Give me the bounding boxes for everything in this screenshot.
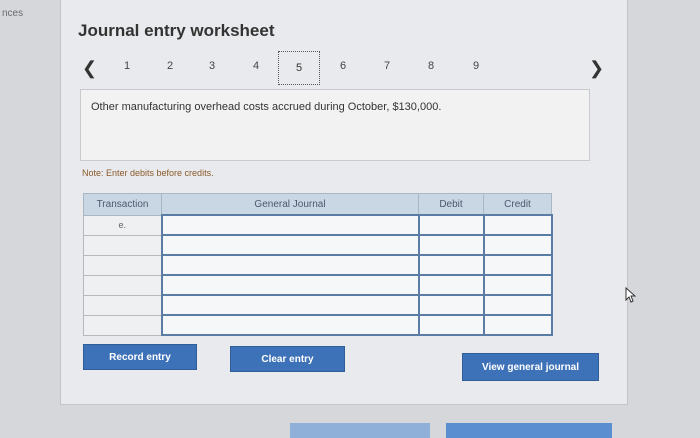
bottom-control-left[interactable]	[290, 423, 430, 438]
account-input[interactable]	[160, 314, 420, 336]
page-tab-9[interactable]: 9	[468, 60, 484, 72]
account-input[interactable]	[160, 274, 420, 296]
credit-input[interactable]	[482, 214, 553, 236]
record-entry-button[interactable]: Record entry	[83, 344, 197, 370]
table-row	[83, 314, 553, 336]
header-general-journal: General Journal	[161, 193, 419, 216]
table-row	[83, 234, 553, 256]
debit-input[interactable]	[417, 234, 485, 256]
page-tab-6[interactable]: 6	[335, 60, 351, 72]
page-tab-2[interactable]: 2	[162, 60, 178, 72]
transaction-cell	[83, 294, 162, 316]
journal-table: Transaction General Journal Debit Credit…	[83, 193, 553, 336]
page-tab-current[interactable]: 5	[278, 51, 320, 85]
account-input[interactable]	[160, 254, 420, 276]
debit-input[interactable]	[417, 274, 485, 296]
corner-text: nces	[2, 8, 24, 19]
transaction-cell	[83, 234, 162, 256]
debit-input[interactable]	[417, 254, 485, 276]
page-tab-1[interactable]: 1	[119, 60, 135, 72]
page-tab-4[interactable]: 4	[248, 60, 264, 72]
instruction-note: Note: Enter debits before credits.	[82, 168, 214, 178]
transaction-cell	[83, 274, 162, 296]
credit-input[interactable]	[482, 254, 553, 276]
mouse-pointer-icon	[625, 287, 637, 303]
clear-entry-button[interactable]: Clear entry	[230, 346, 345, 372]
page-tab-8[interactable]: 8	[423, 60, 439, 72]
view-general-journal-button[interactable]: View general journal	[462, 353, 599, 381]
transaction-cell	[83, 314, 162, 336]
page-title: Journal entry worksheet	[78, 21, 275, 40]
chevron-left-icon[interactable]: ❮	[82, 59, 97, 77]
transaction-description: Other manufacturing overhead costs accru…	[91, 101, 442, 113]
page-tab-3[interactable]: 3	[204, 60, 220, 72]
account-input[interactable]	[160, 294, 420, 316]
transaction-cell: e.	[83, 214, 162, 236]
header-debit: Debit	[418, 193, 484, 216]
debit-input[interactable]	[417, 314, 485, 336]
credit-input[interactable]	[482, 274, 553, 296]
table-row	[83, 294, 553, 316]
transaction-description-box: Other manufacturing overhead costs accru…	[80, 89, 590, 161]
header-transaction: Transaction	[83, 193, 162, 216]
table-row: e.	[83, 214, 553, 236]
transaction-cell	[83, 254, 162, 276]
bottom-control-right[interactable]	[446, 423, 612, 438]
credit-input[interactable]	[482, 294, 553, 316]
header-credit: Credit	[483, 193, 552, 216]
table-row	[83, 254, 553, 276]
credit-input[interactable]	[482, 314, 553, 336]
page-tab-7[interactable]: 7	[379, 60, 395, 72]
chevron-right-icon[interactable]: ❯	[589, 59, 604, 77]
table-header-row: Transaction General Journal Debit Credit	[83, 193, 552, 216]
debit-input[interactable]	[417, 294, 485, 316]
debit-input[interactable]	[417, 214, 485, 236]
account-input[interactable]	[160, 214, 420, 236]
account-input[interactable]	[160, 234, 420, 256]
table-row	[83, 274, 553, 296]
credit-input[interactable]	[482, 234, 553, 256]
